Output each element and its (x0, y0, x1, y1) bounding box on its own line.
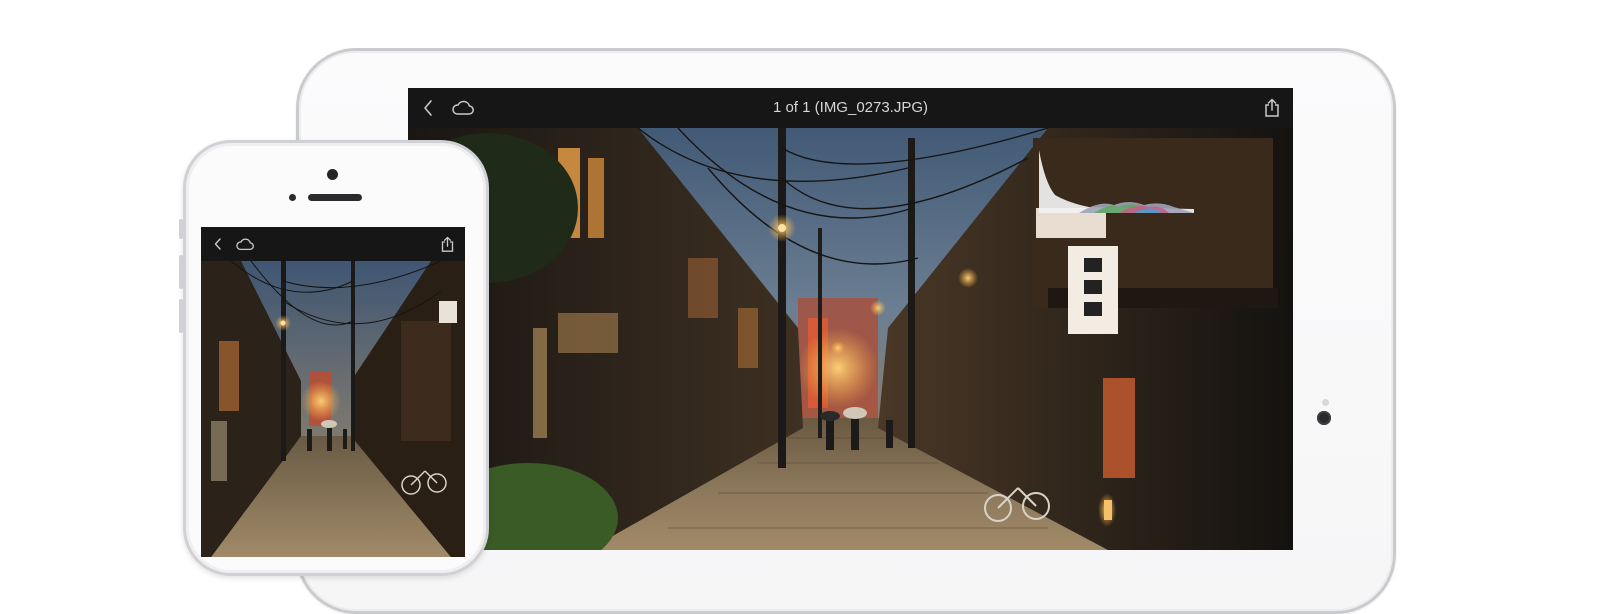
tablet-toolbar: 1 of 1 (IMG_0273.JPG) (408, 88, 1293, 128)
tablet-side-dot (1317, 411, 1331, 425)
phone-screen (201, 227, 465, 557)
mute-switch (179, 219, 183, 239)
tablet-screen: 1 of 1 (IMG_0273.JPG) (408, 88, 1293, 550)
chevron-left-icon (214, 238, 221, 250)
phone-toolbar (201, 227, 465, 261)
main-photo[interactable] (408, 128, 1293, 550)
phone-share-button[interactable] (435, 227, 459, 261)
share-button[interactable] (1257, 88, 1287, 128)
cloud-icon (236, 238, 254, 250)
share-icon (1265, 98, 1279, 117)
phone-back-button[interactable] (207, 227, 229, 261)
image-title: 1 of 1 (IMG_0273.JPG) (772, 99, 929, 116)
tablet-front-camera (1322, 399, 1329, 406)
volume-up-button (179, 255, 183, 289)
phone-front-camera (327, 169, 338, 180)
phone-proximity-sensor (289, 194, 296, 201)
phone-earpiece (308, 194, 362, 201)
share-icon (441, 236, 453, 252)
volume-down-button (179, 299, 183, 333)
phone-cloud-button[interactable] (231, 227, 259, 261)
phone-photo[interactable] (201, 261, 465, 557)
